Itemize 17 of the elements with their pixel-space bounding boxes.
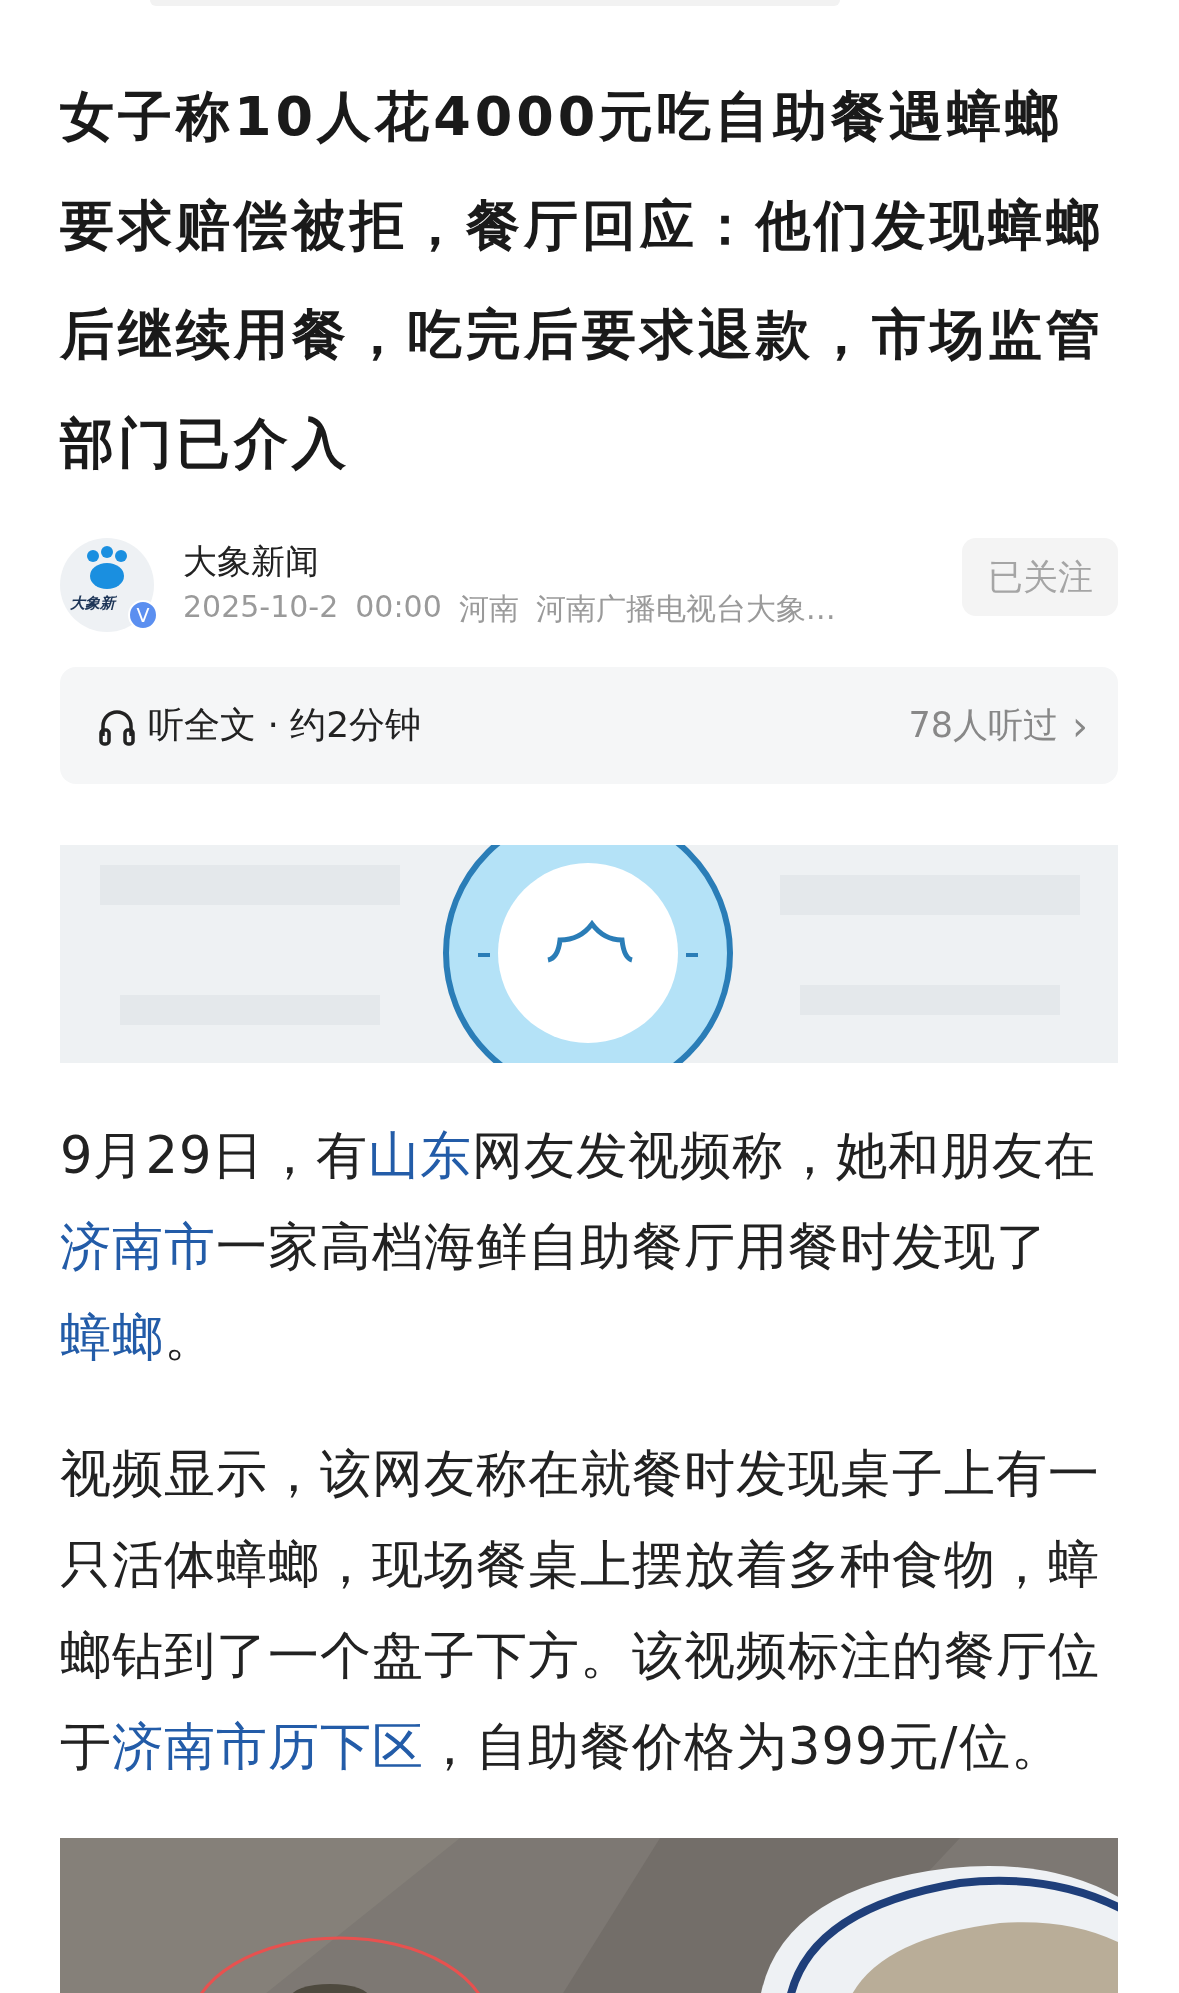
paw-icon [84,545,130,590]
topic-link[interactable]: 济南市历下区 [112,1717,424,1776]
source-label: 河南广播电视台大象… [535,590,836,628]
article-paragraph: 9月29日，有山东网友发视频称，她和朋友在 济南市一家高档海鲜自助餐厅用餐时发现了 蟑螂。 [60,1125,1098,1369]
topic-link[interactable]: 蟑螂 [60,1308,164,1367]
avatar-logo-text: 大象新 [70,593,115,613]
publish-time: 00:00 [355,589,442,626]
publish-date: 2025-10-2 [183,589,339,626]
article-title: 女子称10人花4000元吃自助餐遇蟑螂要求赔偿被拒，餐厅回应：他们发现蟑螂后继续用餐，吃完后要求退款，市场监管部门已介入 [60,84,1105,477]
topic-link[interactable]: 山东 [368,1126,473,1185]
region-label: 河南 [458,590,519,628]
listen-label[interactable]: 听全文 · 约2分钟 [148,701,909,750]
topic-link[interactable]: 济南市 [60,1217,216,1276]
verified-badge: V [128,599,158,630]
avatar[interactable]: 大象新 V [60,537,154,632]
author-name[interactable]: 大象新闻 [183,539,962,583]
article-paragraph: 视频显示，该网友称在就餐时发现桌子上有一只活体蟑螂，现场餐桌上摆放着多种食物，蟑螂钻到了一个盘子下方。该视频标注的餐厅位于济南市历下区，自助餐价格为399元/位。 [60,1443,1101,1778]
